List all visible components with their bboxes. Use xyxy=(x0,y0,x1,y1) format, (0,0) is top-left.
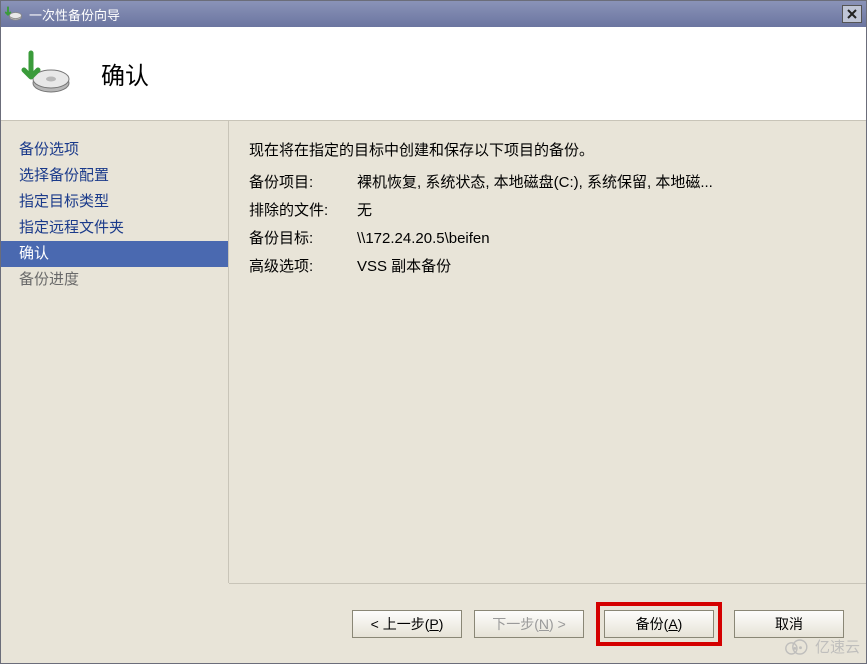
wizard-steps-sidebar: 备份选项选择备份配置指定目标类型指定远程文件夹确认备份进度 xyxy=(1,121,229,583)
close-icon xyxy=(846,8,858,20)
detail-row: 备份项目:裸机恢复, 系统状态, 本地磁盘(C:), 系统保留, 本地磁... xyxy=(249,169,846,197)
next-button: 下一步(N) > xyxy=(474,610,584,638)
detail-row: 排除的文件:无 xyxy=(249,197,846,225)
content-panel: 现在将在指定的目标中创建和保存以下项目的备份。 备份项目:裸机恢复, 系统状态,… xyxy=(229,121,866,583)
detail-value: \\172.24.20.5\beifen xyxy=(357,225,846,253)
close-button[interactable] xyxy=(842,5,862,23)
titlebar: 一次性备份向导 xyxy=(1,1,866,27)
detail-label: 高级选项: xyxy=(249,253,357,281)
detail-value: 裸机恢复, 系统状态, 本地磁盘(C:), 系统保留, 本地磁... xyxy=(357,169,846,197)
detail-label: 备份项目: xyxy=(249,169,357,197)
detail-row: 备份目标:\\172.24.20.5\beifen xyxy=(249,225,846,253)
detail-value: 无 xyxy=(357,197,846,225)
sidebar-item-step-2[interactable]: 指定目标类型 xyxy=(1,189,228,215)
detail-label: 备份目标: xyxy=(249,225,357,253)
sidebar-item-step-5: 备份进度 xyxy=(1,267,228,293)
window-title: 一次性备份向导 xyxy=(29,5,842,24)
backup-button[interactable]: 备份(A) xyxy=(604,610,714,638)
sidebar-item-step-1[interactable]: 选择备份配置 xyxy=(1,163,228,189)
detail-label: 排除的文件: xyxy=(249,197,357,225)
sidebar-item-step-0[interactable]: 备份选项 xyxy=(1,137,228,163)
sidebar-item-step-3[interactable]: 指定远程文件夹 xyxy=(1,215,228,241)
header-panel: 确认 xyxy=(1,27,866,121)
intro-text: 现在将在指定的目标中创建和保存以下项目的备份。 xyxy=(249,137,846,165)
page-title: 确认 xyxy=(101,56,149,91)
detail-row: 高级选项:VSS 副本备份 xyxy=(249,253,846,281)
footer-buttons: < 上一步(P) 下一步(N) > 备份(A) 取消 xyxy=(229,583,866,663)
body-panel: 备份选项选择备份配置指定目标类型指定远程文件夹确认备份进度 现在将在指定的目标中… xyxy=(1,121,866,583)
app-icon xyxy=(5,5,23,23)
previous-button[interactable]: < 上一步(P) xyxy=(352,610,462,638)
wizard-window: 一次性备份向导 确认 备份选项选择备份配置指定目标类型指定远程文件夹确认备份进度… xyxy=(0,0,867,664)
sidebar-item-step-4[interactable]: 确认 xyxy=(1,241,228,267)
backup-button-highlight: 备份(A) xyxy=(596,602,722,646)
detail-value: VSS 副本备份 xyxy=(357,253,846,281)
cancel-button[interactable]: 取消 xyxy=(734,610,844,638)
wizard-icon xyxy=(21,49,71,99)
